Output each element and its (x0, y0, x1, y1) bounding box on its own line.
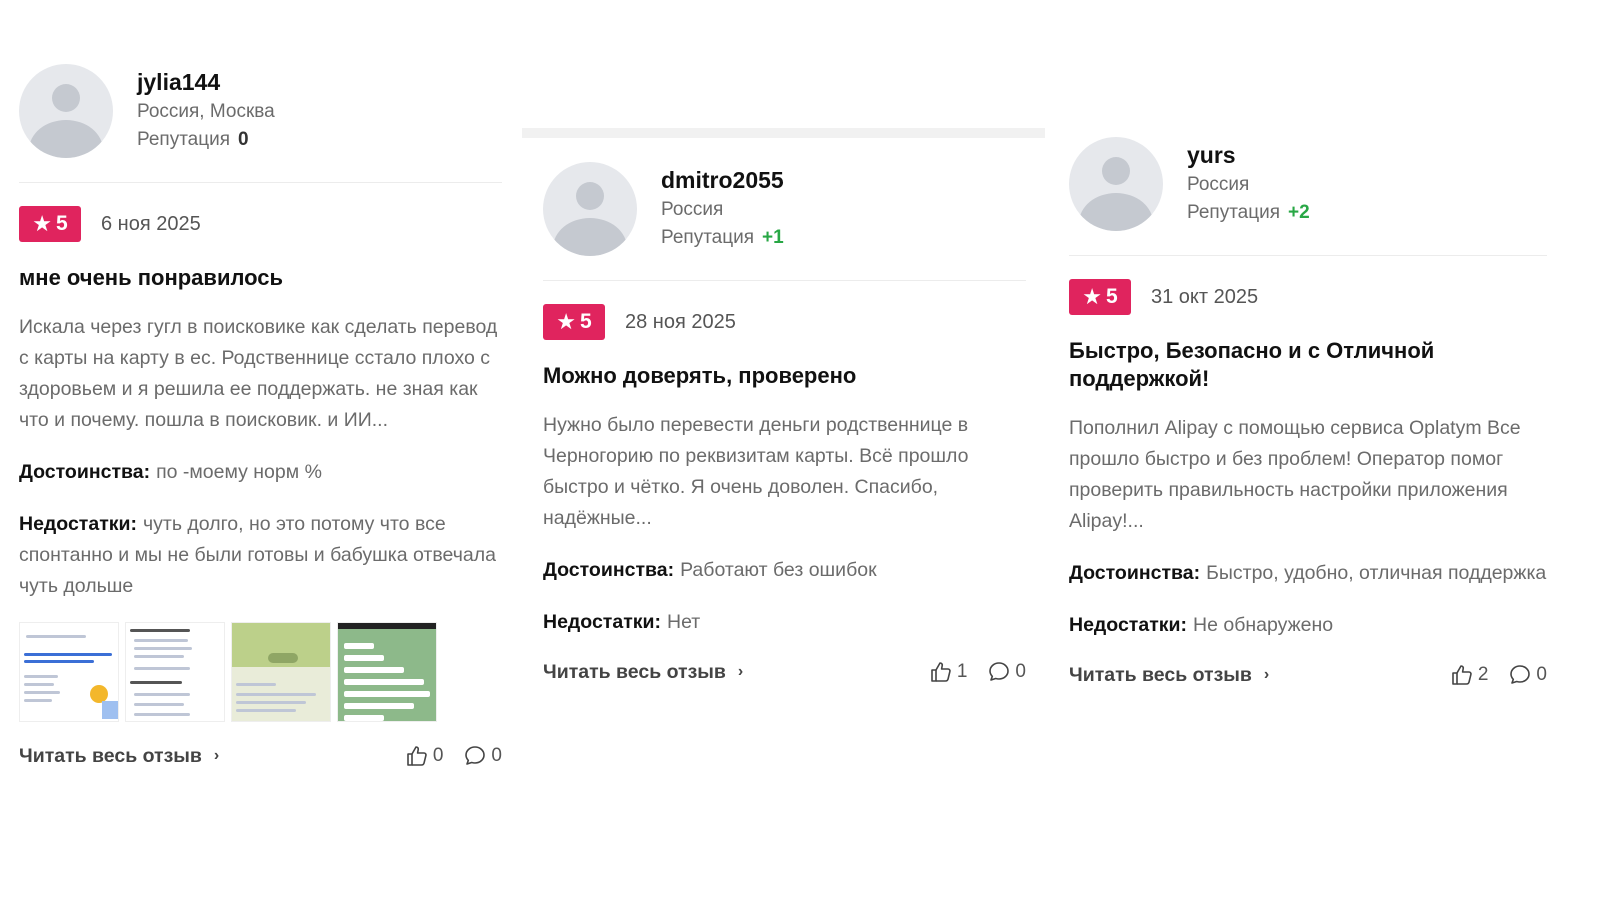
review-card: yurs Россия Репутация +2 ★ 5 31 окт 2025 … (1069, 137, 1547, 687)
review-photo-thumbnail[interactable] (337, 622, 437, 722)
chevron-right-icon: › (1263, 666, 1270, 683)
thumbs-up-icon (931, 662, 951, 682)
avatar[interactable] (1069, 137, 1163, 231)
review-photo-thumbnail[interactable] (125, 622, 225, 722)
review-author: yurs Россия Репутация +2 (1069, 137, 1547, 233)
thumbs-up-icon (407, 746, 427, 766)
like-button[interactable]: 2 (1450, 663, 1489, 687)
star-icon: ★ (1082, 284, 1103, 309)
section-separator (522, 128, 1045, 138)
pros-label: Достоинства: (1069, 562, 1201, 584)
review-photo-thumbnail[interactable] (231, 622, 331, 722)
review-card: jylia144 Россия, Москва Репутация 0 ★ 5 6… (19, 64, 502, 768)
comment-count: 0 (1015, 661, 1026, 682)
username[interactable]: dmitro2055 (661, 166, 784, 194)
comment-icon (989, 662, 1010, 681)
star-icon: ★ (32, 211, 53, 236)
pros-text: Быстро, удобно, отличная поддержка (1206, 562, 1547, 584)
review-cons: Недостатки: Не обнаружено (1069, 610, 1547, 641)
read-more-label: Читать весь отзыв (543, 660, 726, 683)
review-text: Искала через гугл в поисковике как сдела… (19, 316, 498, 431)
rating-value: 5 (1106, 285, 1118, 308)
rating-badge: ★ 5 (19, 206, 81, 242)
review-title[interactable]: мне очень понравилось (19, 264, 502, 292)
pros-label: Достоинства: (19, 461, 151, 483)
rating-badge: ★ 5 (543, 304, 605, 340)
pros-text: Работают без ошибок (680, 559, 877, 581)
cons-label: Недостатки: (543, 611, 661, 633)
reputation-value: 0 (238, 129, 249, 150)
comment-icon (1510, 665, 1531, 684)
rating-value: 5 (580, 310, 592, 333)
review-photo-thumbnail[interactable] (19, 622, 119, 722)
username[interactable]: yurs (1187, 141, 1310, 169)
chevron-right-icon: › (737, 663, 744, 680)
cons-label: Недостатки: (19, 513, 137, 535)
reputation-label: Репутация (1187, 202, 1281, 223)
review-title[interactable]: Можно доверять, проверено (543, 362, 1026, 390)
reputation-value: +2 (1288, 202, 1310, 223)
reputation-label: Репутация (137, 129, 231, 150)
user-location: Россия (1187, 174, 1250, 195)
user-reputation: Репутация +1 (661, 224, 784, 252)
review-cons: Недостатки: Нет (543, 607, 1026, 638)
read-more-label: Читать весь отзыв (19, 744, 202, 767)
divider (19, 182, 502, 183)
comment-count: 0 (1536, 664, 1547, 685)
chevron-right-icon: › (213, 747, 220, 764)
user-reputation: Репутация +2 (1187, 199, 1310, 227)
avatar[interactable] (19, 64, 113, 158)
comment-button[interactable]: 0 (1508, 663, 1547, 687)
avatar[interactable] (543, 162, 637, 256)
read-full-review-link[interactable]: Читать весь отзыв › (1069, 664, 1269, 687)
reputation-value: +1 (762, 227, 784, 248)
read-full-review-link[interactable]: Читать весь отзыв › (543, 661, 743, 684)
review-title[interactable]: Быстро, Безопасно и с Отличной поддержко… (1069, 337, 1547, 393)
review-author: jylia144 Россия, Москва Репутация 0 (19, 64, 502, 160)
review-text: Пополнил Alipay с помощью сервиса Oplaty… (1069, 417, 1521, 532)
star-icon: ★ (556, 309, 577, 334)
user-location: Россия (661, 199, 724, 220)
cons-text: Нет (667, 611, 701, 633)
comment-button[interactable]: 0 (987, 660, 1026, 684)
user-location: Россия, Москва (137, 101, 275, 122)
review-photos (19, 622, 502, 722)
pros-text: по -моему норм % (156, 461, 322, 483)
review-pros: Достоинства: Быстро, удобно, отличная под… (1069, 558, 1547, 589)
comment-icon (465, 746, 486, 765)
review-pros: Достоинства: по -моему норм % (19, 457, 502, 488)
review-pros: Достоинства: Работают без ошибок (543, 555, 1026, 586)
cons-text: Не обнаружено (1193, 614, 1334, 636)
comment-count: 0 (491, 745, 502, 766)
pros-label: Достоинства: (543, 559, 675, 581)
divider (543, 280, 1026, 281)
review-date: 6 ноя 2025 (101, 212, 201, 235)
comment-button[interactable]: 0 (463, 744, 502, 768)
divider (1069, 255, 1547, 256)
user-reputation: Репутация 0 (137, 126, 275, 154)
reputation-label: Репутация (661, 227, 755, 248)
like-count: 2 (1477, 664, 1489, 685)
review-date: 31 окт 2025 (1151, 285, 1259, 308)
review-author: dmitro2055 Россия Репутация +1 (543, 162, 1026, 258)
read-more-label: Читать весь отзыв (1069, 663, 1252, 686)
read-full-review-link[interactable]: Читать весь отзыв › (19, 745, 219, 768)
review-date: 28 ноя 2025 (625, 310, 736, 333)
rating-badge: ★ 5 (1069, 279, 1131, 315)
review-card: dmitro2055 Россия Репутация +1 ★ 5 28 ноя… (543, 162, 1026, 684)
like-count: 1 (956, 661, 968, 682)
like-button[interactable]: 0 (405, 744, 444, 768)
cons-label: Недостатки: (1069, 614, 1187, 636)
thumbs-up-icon (1452, 665, 1472, 685)
like-count: 0 (432, 745, 444, 766)
review-cons: Недостатки: чуть долго, но это потому что… (19, 509, 502, 602)
like-button[interactable]: 1 (929, 660, 968, 684)
username[interactable]: jylia144 (137, 68, 275, 96)
review-text: Нужно было перевести деньги родственнице… (543, 414, 969, 529)
rating-value: 5 (56, 212, 68, 235)
